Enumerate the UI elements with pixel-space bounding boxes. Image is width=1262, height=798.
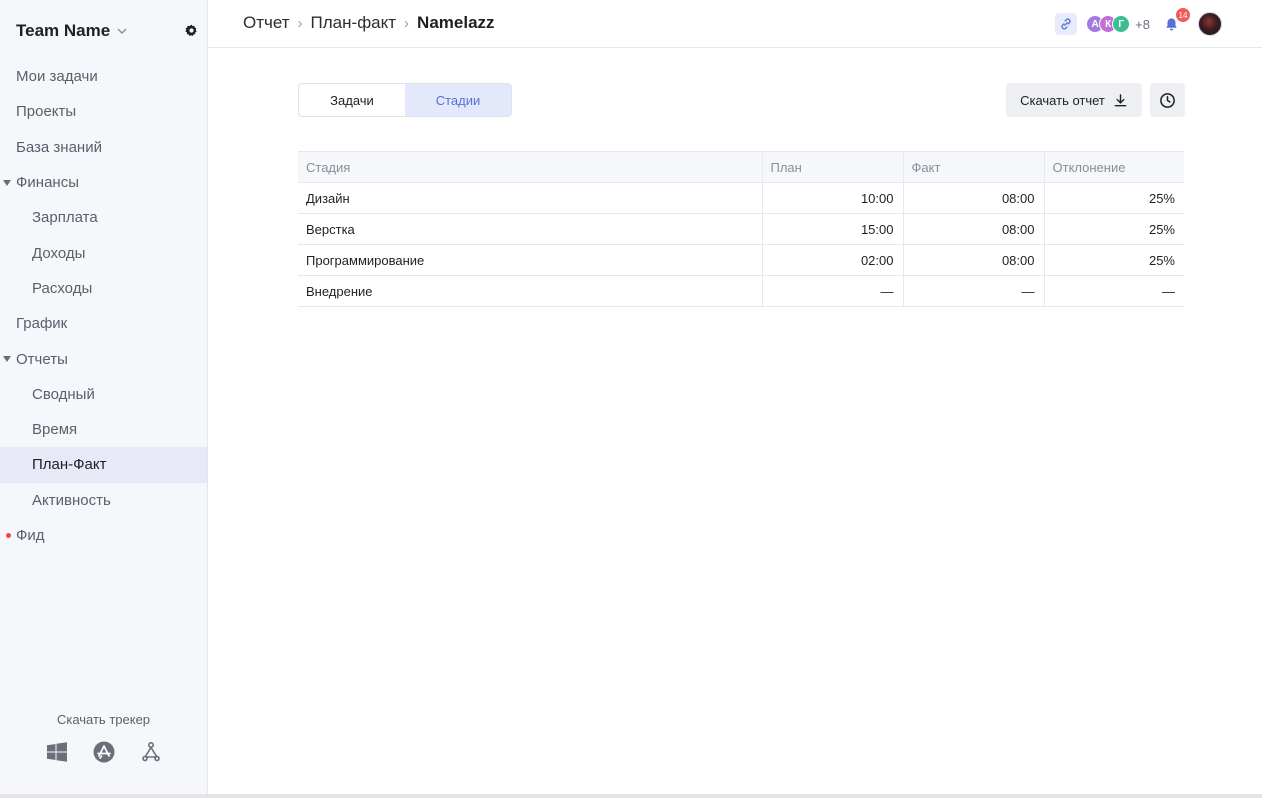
cell-plan: 10:00 bbox=[761, 182, 904, 214]
sidebar-item-label: Доходы bbox=[32, 244, 86, 262]
sidebar-item-label: Активность bbox=[32, 491, 111, 509]
table-header-row: Стадия План Факт Отклонение bbox=[298, 151, 1184, 183]
tab-stages[interactable]: Стадии bbox=[405, 84, 511, 116]
cell-fact: — bbox=[902, 275, 1045, 307]
cell-plan: 02:00 bbox=[761, 244, 904, 276]
sidebar-item-label: Отчеты bbox=[16, 350, 68, 368]
sidebar-item-time[interactable]: Время bbox=[0, 412, 207, 447]
team-name: Team Name bbox=[16, 21, 111, 40]
sidebar-item-label: Финансы bbox=[16, 174, 79, 192]
table-row[interactable]: Дизайн 10:00 08:00 25% bbox=[298, 182, 1184, 214]
sidebar-item-label: Фид bbox=[16, 527, 45, 544]
more-members-count[interactable]: +8 bbox=[1135, 17, 1150, 32]
download-icon bbox=[1114, 93, 1127, 106]
breadcrumb: Отчет › План-факт › Namelazz bbox=[243, 13, 495, 33]
sidebar-item-plan-fact[interactable]: План-Факт bbox=[0, 447, 207, 483]
table-row[interactable]: Программирование 02:00 08:00 25% bbox=[298, 244, 1184, 276]
cell-fact: 08:00 bbox=[902, 182, 1045, 214]
chevron-down-icon bbox=[117, 28, 127, 34]
sidebar-item-schedule[interactable]: График bbox=[0, 306, 207, 341]
caret-down-icon bbox=[3, 179, 11, 186]
sidebar-item-feed[interactable]: Фид bbox=[0, 518, 207, 553]
plan-fact-table: Стадия План Факт Отклонение Дизайн 10:00 0… bbox=[298, 151, 1184, 307]
cell-deviation: 25% bbox=[1043, 182, 1184, 214]
team-switcher[interactable]: Team Name bbox=[16, 20, 200, 42]
sidebar-item-expenses[interactable]: Расходы bbox=[0, 271, 207, 306]
link-icon[interactable] bbox=[1055, 13, 1078, 35]
sidebar-item-projects[interactable]: Проекты bbox=[0, 94, 207, 129]
notifications-button[interactable]: 14 bbox=[1160, 8, 1190, 35]
tracker-download: Скачать трекер bbox=[0, 712, 207, 763]
user-avatar[interactable] bbox=[1198, 12, 1222, 36]
history-button[interactable] bbox=[1150, 83, 1185, 117]
gear-icon[interactable] bbox=[185, 24, 198, 37]
header-actions: АКГ +8 14 bbox=[1055, 8, 1222, 36]
download-report-button[interactable]: Скачать отчет bbox=[1006, 83, 1142, 117]
sidebar-item-salary[interactable]: Зарплата bbox=[0, 200, 207, 235]
team-avatars[interactable]: АКГ bbox=[1086, 15, 1131, 33]
breadcrumb-current: Namelazz bbox=[417, 13, 495, 32]
sidebar-item-finance[interactable]: Финансы bbox=[0, 165, 207, 200]
download-report-label: Скачать отчет bbox=[1020, 92, 1105, 108]
column-header-deviation[interactable]: Отклонение bbox=[1043, 151, 1184, 183]
breadcrumb-separator-icon: › bbox=[404, 14, 410, 32]
breadcrumb-separator-icon: › bbox=[297, 14, 303, 32]
sidebar-item-knowledge-base[interactable]: База знаний bbox=[0, 130, 207, 165]
cell-plan: 15:00 bbox=[761, 213, 904, 245]
column-header-plan[interactable]: План bbox=[761, 151, 904, 183]
cell-stage: Внедрение bbox=[298, 275, 763, 307]
sidebar-item-label: План-Факт bbox=[32, 456, 107, 474]
column-header-fact[interactable]: Факт bbox=[902, 151, 1045, 183]
cell-fact: 08:00 bbox=[902, 244, 1045, 276]
cell-fact: 08:00 bbox=[902, 213, 1045, 245]
cell-deviation: 25% bbox=[1043, 244, 1184, 276]
app-window: Team Name Мои задачи Проекты База знаний… bbox=[0, 0, 1262, 798]
tracker-label: Скачать трекер bbox=[56, 712, 151, 727]
caret-down-icon bbox=[3, 356, 11, 363]
cell-stage: Дизайн bbox=[298, 182, 763, 214]
breadcrumb-report[interactable]: Отчет bbox=[243, 13, 290, 33]
windows-icon[interactable] bbox=[46, 741, 68, 763]
sidebar-item-label: Время bbox=[32, 421, 78, 439]
clock-icon bbox=[1160, 92, 1175, 108]
cell-deviation: 25% bbox=[1043, 213, 1184, 245]
sidebar-item-income[interactable]: Доходы bbox=[0, 235, 207, 270]
sidebar-item-label: Зарплата bbox=[32, 209, 98, 227]
horizontal-scrollbar[interactable] bbox=[0, 794, 1262, 798]
sidebar-item-label: Расходы bbox=[32, 279, 93, 297]
sidebar-item-summary[interactable]: Сводный bbox=[0, 377, 207, 412]
cell-deviation: — bbox=[1043, 275, 1184, 307]
sidebar-item-my-tasks[interactable]: Мои задачи bbox=[0, 59, 207, 94]
sidebar-nav: Мои задачи Проекты База знаний Финансы З… bbox=[0, 59, 207, 553]
sidebar-item-activity[interactable]: Активность bbox=[0, 483, 207, 518]
unread-dot-icon bbox=[6, 533, 11, 538]
table-row[interactable]: Внедрение — — — bbox=[298, 275, 1184, 307]
app-store-icon[interactable] bbox=[93, 741, 115, 763]
top-header: Отчет › План-факт › Namelazz АКГ +8 14 bbox=[208, 0, 1262, 48]
notification-badge: 14 bbox=[1176, 8, 1190, 22]
cell-stage: Верстка bbox=[298, 213, 763, 245]
linux-icon[interactable] bbox=[140, 741, 162, 763]
cell-stage: Программирование bbox=[298, 244, 763, 276]
member-avatar[interactable]: Г bbox=[1112, 15, 1131, 33]
sidebar-item-label: База знаний bbox=[16, 138, 102, 156]
sidebar-item-label: График bbox=[16, 315, 68, 333]
tracker-platforms bbox=[0, 741, 207, 763]
table-row[interactable]: Верстка 15:00 08:00 25% bbox=[298, 213, 1184, 245]
column-header-stage[interactable]: Стадия bbox=[298, 151, 763, 183]
cell-plan: — bbox=[761, 275, 904, 307]
sidebar: Team Name Мои задачи Проекты База знаний… bbox=[0, 0, 208, 794]
sidebar-item-label: Мои задачи bbox=[16, 68, 98, 86]
sidebar-item-label: Сводный bbox=[32, 385, 95, 403]
breadcrumb-plan-fact[interactable]: План-факт bbox=[311, 13, 397, 33]
sidebar-item-label: Проекты bbox=[16, 103, 77, 121]
sidebar-item-reports[interactable]: Отчеты bbox=[0, 341, 207, 376]
view-tabs: Задачи Стадии bbox=[298, 83, 512, 117]
tab-tasks[interactable]: Задачи bbox=[299, 84, 405, 116]
